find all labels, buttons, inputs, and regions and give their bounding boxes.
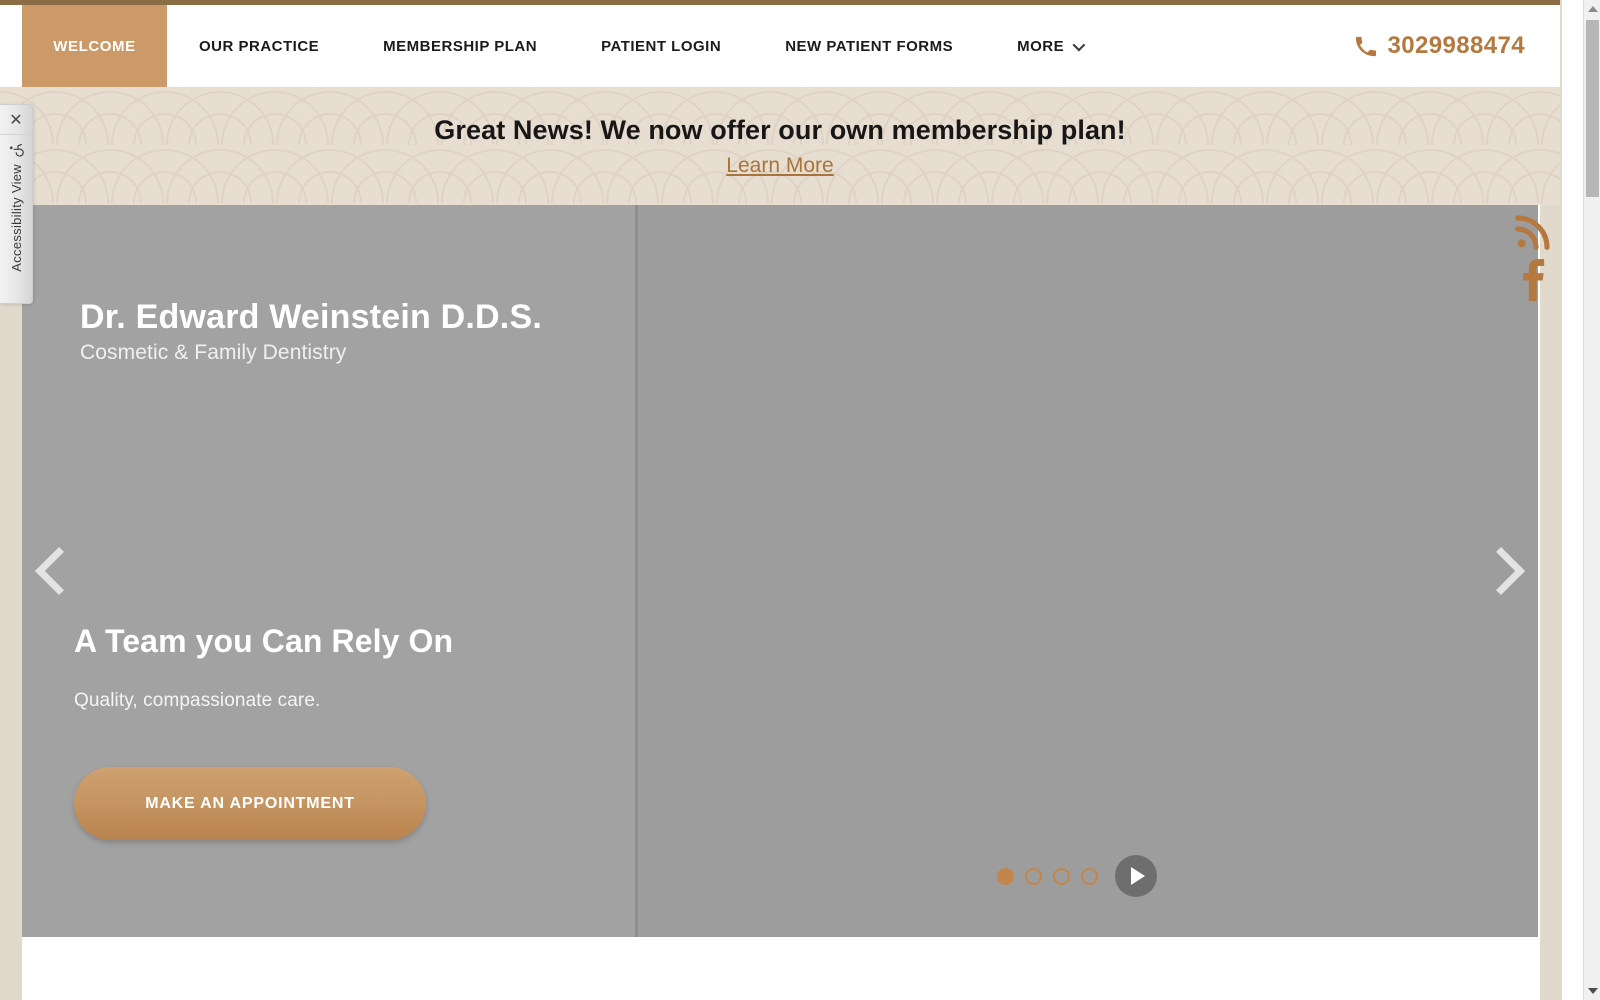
carousel-dot-1[interactable]	[997, 867, 1014, 885]
hero-slide-subtext: Quality, compassionate care.	[74, 690, 321, 711]
rss-icon	[1513, 215, 1553, 256]
scroll-down-arrow-icon[interactable]	[1584, 982, 1600, 1000]
nav-item-membership-plan[interactable]: MEMBERSHIP PLAN	[351, 5, 569, 87]
scroll-up-arrow-icon[interactable]	[1584, 0, 1600, 18]
carousel-dot-3[interactable]	[1053, 867, 1070, 885]
accessibility-toggle-button[interactable]: Accessibility View	[0, 135, 32, 303]
header-phone-link[interactable]: 3029988474	[1354, 5, 1525, 87]
nav-item-patient-login-label: PATIENT LOGIN	[601, 37, 722, 55]
facebook-icon	[1513, 259, 1553, 306]
nav-item-welcome[interactable]: WELCOME	[22, 5, 167, 87]
nav-item-new-patient-forms-label: NEW PATIENT FORMS	[785, 37, 954, 55]
nav-item-membership-plan-label: MEMBERSHIP PLAN	[383, 37, 538, 55]
nav-link-list: OUR PRACTICE MEMBERSHIP PLAN PATIENT LOG…	[167, 5, 1114, 87]
hero-carousel: Dr. Edward Weinstein D.D.S. Cosmetic & F…	[22, 205, 1538, 937]
browser-page: WELCOME OUR PRACTICE MEMBERSHIP PLAN PAT…	[0, 0, 1600, 1000]
hero-slide-headline: A Team you Can Rely On	[74, 623, 454, 659]
hero-brand-block: Dr. Edward Weinstein D.D.S. Cosmetic & F…	[80, 297, 542, 365]
hero-brand-tagline: Cosmetic & Family Dentistry	[80, 341, 347, 365]
browser-scrollbar[interactable]	[1583, 0, 1600, 1000]
hero-slide-copy: A Team you Can Rely On Quality, compassi…	[74, 623, 634, 840]
carousel-controls	[997, 855, 1157, 897]
hero-panel-divider	[635, 205, 638, 937]
chevron-left-icon	[34, 546, 84, 596]
carousel-next-button[interactable]	[1474, 530, 1528, 612]
nav-item-more-label: MORE	[1017, 37, 1065, 55]
play-icon	[1131, 867, 1145, 885]
social-links-rail	[1513, 212, 1553, 302]
facebook-link[interactable]	[1513, 258, 1553, 302]
nav-item-our-practice[interactable]: OUR PRACTICE	[167, 5, 351, 87]
nav-item-our-practice-label: OUR PRACTICE	[199, 37, 320, 55]
accessibility-view-label: Accessibility View	[8, 164, 24, 272]
top-accent-rule	[0, 0, 1560, 5]
make-an-appointment-button[interactable]: MAKE AN APPOINTMENT	[74, 767, 426, 840]
accessibility-label-vertical: Accessibility View	[9, 143, 24, 272]
nav-item-patient-login[interactable]: PATIENT LOGIN	[569, 5, 753, 87]
wheelchair-icon	[9, 143, 24, 158]
carousel-dot-4[interactable]	[1081, 867, 1098, 885]
rss-link[interactable]	[1513, 212, 1553, 252]
announcement-headline: Great News! We now offer our own members…	[434, 114, 1126, 145]
hero-brand-name: Dr. Edward Weinstein D.D.S.	[80, 298, 542, 336]
carousel-play-button[interactable]	[1115, 855, 1157, 897]
site-navbar: WELCOME OUR PRACTICE MEMBERSHIP PLAN PAT…	[0, 5, 1560, 87]
announcement-banner: Great News! We now offer our own members…	[0, 87, 1560, 205]
header-phone-number: 3029988474	[1387, 32, 1525, 59]
announcement-learn-more-link[interactable]: Learn More	[726, 154, 833, 178]
nav-item-welcome-label: WELCOME	[53, 37, 136, 55]
accessibility-close-button[interactable]: ✕	[0, 105, 32, 135]
nav-item-new-patient-forms[interactable]: NEW PATIENT FORMS	[753, 5, 985, 87]
nav-item-more[interactable]: MORE	[985, 5, 1114, 87]
chevron-down-icon	[1072, 38, 1086, 51]
carousel-prev-button[interactable]	[32, 530, 86, 612]
chevron-right-icon	[1476, 546, 1526, 596]
accessibility-widget: ✕ Accessibility View	[0, 104, 33, 304]
carousel-dot-2[interactable]	[1025, 867, 1042, 885]
hero-panel-right	[638, 205, 1538, 937]
phone-icon	[1354, 35, 1377, 58]
scrollbar-thumb[interactable]	[1586, 20, 1599, 197]
